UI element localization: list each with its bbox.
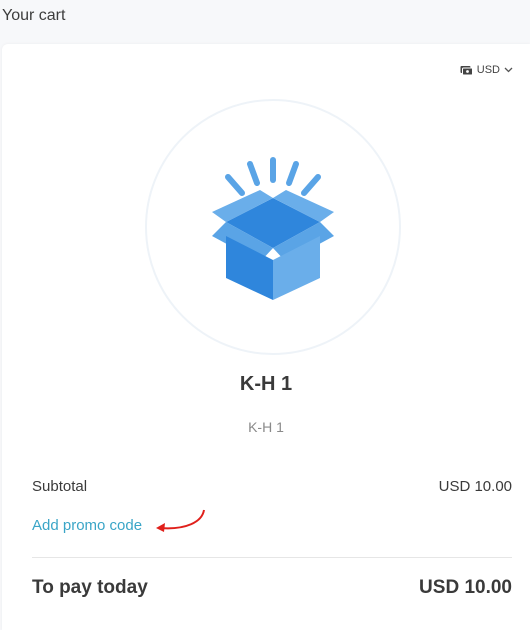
arrow-annotation-icon bbox=[152, 508, 210, 541]
currency-label: USD bbox=[476, 64, 500, 76]
divider bbox=[32, 557, 512, 558]
cart-page: Your cart USD K-H 1 K-H 1 Subtotal USD 1… bbox=[0, 0, 530, 630]
subtotal-row: Subtotal USD 10.00 bbox=[32, 478, 512, 495]
currency-icon bbox=[460, 65, 473, 75]
subtotal-label: Subtotal bbox=[32, 478, 88, 495]
subtotal-value: USD 10.00 bbox=[438, 478, 512, 495]
add-promo-code-link[interactable]: Add promo code bbox=[32, 517, 142, 534]
chevron-down-icon bbox=[504, 67, 513, 73]
product-image-circle bbox=[145, 99, 401, 355]
total-value: USD 10.00 bbox=[419, 577, 512, 598]
currency-dropdown[interactable]: USD bbox=[460, 64, 513, 76]
total-label: To pay today bbox=[32, 577, 148, 598]
product-name: K-H 1 bbox=[239, 373, 293, 395]
product-variant: K-H 1 bbox=[248, 419, 284, 435]
cart-card: USD K-H 1 K-H 1 Subtotal USD 10.00 Add p… bbox=[2, 44, 530, 630]
total-row: To pay today USD 10.00 bbox=[32, 577, 512, 599]
page-title: Your cart bbox=[2, 7, 66, 24]
open-box-icon bbox=[198, 150, 348, 305]
